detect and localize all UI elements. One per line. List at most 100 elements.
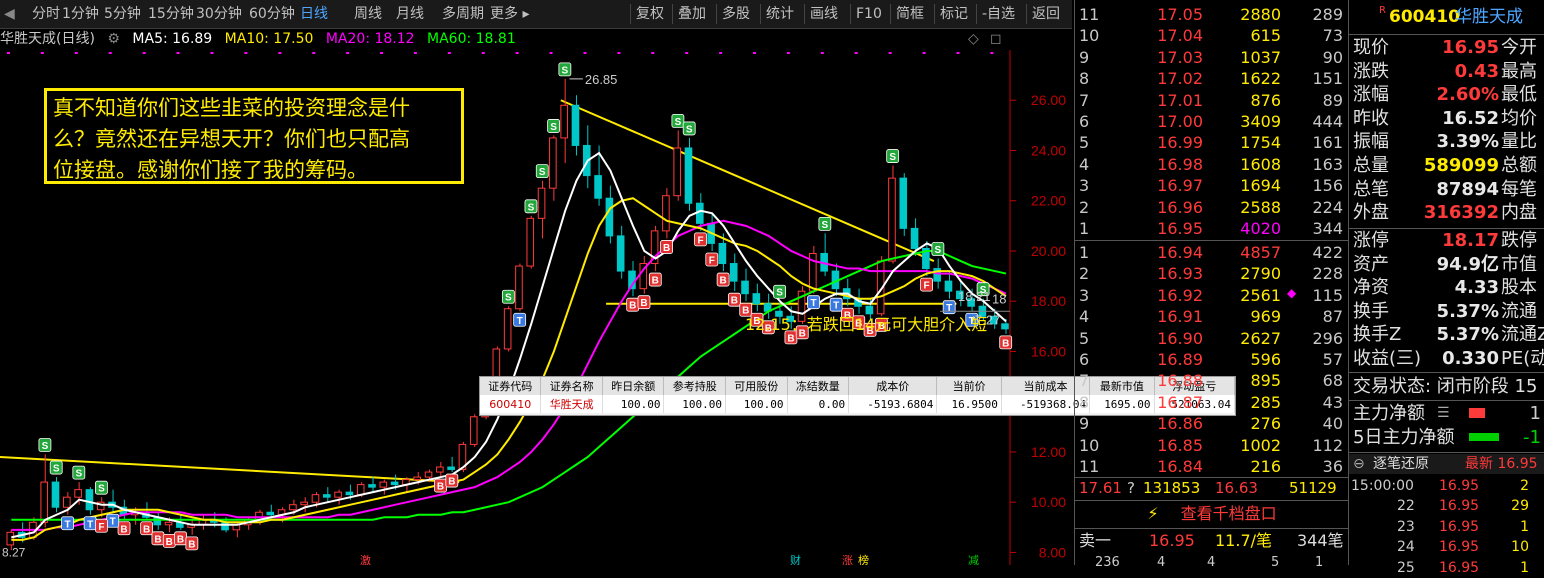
order-book-row[interactable]: 5 16.90 2627 296 xyxy=(1075,328,1349,349)
diamond-icon[interactable]: ◇ xyxy=(968,28,979,50)
toolbar-button[interactable]: 画线 xyxy=(810,4,838,24)
period-tab[interactable]: 月线 xyxy=(396,4,424,24)
period-tab[interactable]: 60分钟 xyxy=(249,4,295,24)
high-price-label: 26.85 xyxy=(585,72,618,87)
bottom-row: 236 4 4 5 1 xyxy=(1075,552,1349,573)
axis-tick-label: 12.00 xyxy=(1031,444,1066,460)
table-cell: 16.9500 xyxy=(936,395,1002,413)
candle-body xyxy=(469,416,478,445)
order-count: 444 xyxy=(1312,112,1343,131)
toolbar-button[interactable]: 叠加 xyxy=(678,4,706,24)
order-count: 36 xyxy=(1322,457,1343,476)
volume: 285 xyxy=(1250,392,1281,412)
toolbar-button[interactable]: F10 xyxy=(856,4,882,24)
order-book-row[interactable]: 3 16.92 2561 115 xyxy=(1075,285,1349,306)
order-book-row[interactable]: 1 16.94 4857 422 xyxy=(1075,242,1349,263)
order-book-row[interactable]: 4 16.98 1608 163 xyxy=(1075,154,1349,175)
toolbar-button[interactable]: 多股 xyxy=(722,4,750,24)
level-label: 11 xyxy=(1079,457,1100,476)
expand-icon[interactable]: ◻ xyxy=(990,28,1002,50)
order-book-row[interactable]: 9 16.86 276 40 xyxy=(1075,413,1349,434)
quote-row: 昨收 16.52 均价 xyxy=(1349,107,1544,130)
view-1000-depth-button[interactable]: ⚡ 查看千档盘口 xyxy=(1075,502,1349,526)
list-icon[interactable]: ☰ xyxy=(1437,402,1450,425)
order-book-row[interactable]: 8 17.02 1622 151 xyxy=(1075,68,1349,89)
toolbar-button[interactable]: 返回 xyxy=(1032,4,1060,24)
event-marker[interactable]: 减 xyxy=(968,554,979,565)
candle-body xyxy=(549,137,557,189)
signal-S: S xyxy=(95,480,108,495)
order-book-row[interactable]: 2 16.93 2790 228 xyxy=(1075,263,1349,284)
collapse-icon[interactable]: ⊖ xyxy=(1353,454,1365,474)
signal-S: S xyxy=(818,216,832,231)
order-book-row[interactable]: 8 16.87 285 43 xyxy=(1075,392,1349,413)
period-tab[interactable]: 多周期 xyxy=(442,4,484,24)
toolbar-button[interactable]: 简框 xyxy=(896,4,924,24)
event-marker[interactable]: 涨 xyxy=(842,554,853,565)
period-tab[interactable]: 分时 xyxy=(32,4,60,24)
toolbar-button[interactable]: -自选 xyxy=(982,4,1015,24)
order-book-row[interactable]: 10 16.85 1002 112 xyxy=(1075,435,1349,456)
stock-name: 华胜天成 xyxy=(1455,7,1523,27)
order-book-row[interactable]: 1 16.95 4020 344 xyxy=(1075,218,1349,239)
order-book-row[interactable]: 10 17.04 615 73 xyxy=(1075,25,1349,46)
column-header: 证券名称 xyxy=(540,377,603,395)
period-tab[interactable]: 日线 xyxy=(300,4,328,24)
order-book-row[interactable]: 7 16.88 895 68 xyxy=(1075,370,1349,391)
candle-body xyxy=(424,471,433,478)
toolbar-divider xyxy=(760,4,761,24)
price: 17.01 xyxy=(1157,90,1203,110)
order-book-row[interactable]: 5 16.99 1754 161 xyxy=(1075,132,1349,153)
signal-S: S xyxy=(535,164,549,178)
order-book-row[interactable]: 11 17.05 2880 289 xyxy=(1075,4,1349,25)
period-tab[interactable]: 周线 xyxy=(354,4,382,24)
order-book-row[interactable]: 6 16.89 596 57 xyxy=(1075,349,1349,370)
quote-key: 总笔 xyxy=(1353,178,1389,200)
period-tab[interactable]: 15分钟 xyxy=(148,4,194,24)
period-tab[interactable]: 更多 ▸ xyxy=(490,4,529,24)
settings-icon[interactable]: ⚙ xyxy=(107,31,120,47)
quote-row: 现价 16.95 今开 xyxy=(1349,36,1544,59)
toolbar-button[interactable]: 标记 xyxy=(940,4,968,24)
annotation-line-1: 真不知道你们这些韭菜的投资理念是什 xyxy=(53,96,410,120)
last-trade-label: 卖一 xyxy=(1079,531,1112,550)
order-book-row[interactable]: 9 17.03 1037 90 xyxy=(1075,47,1349,68)
volume: 1002 xyxy=(1240,435,1281,455)
svg-text:S: S xyxy=(675,117,682,128)
signal-B: B xyxy=(728,292,741,307)
quote-key: 昨收 xyxy=(1353,107,1389,129)
price: 16.85 xyxy=(1157,435,1203,455)
svg-text:B: B xyxy=(787,333,794,344)
order-book-row[interactable]: 7 17.01 876 89 xyxy=(1075,90,1349,111)
chevron-left-icon[interactable]: ◀ xyxy=(4,4,15,24)
order-count: 156 xyxy=(1312,176,1343,196)
tick-row: 15:00:00 16.95 2 xyxy=(1349,476,1544,496)
level-label: 3 xyxy=(1079,176,1090,196)
order-book-row[interactable]: 4 16.91 969 87 xyxy=(1075,306,1349,327)
event-marker[interactable]: 激 xyxy=(360,553,371,565)
period-tab[interactable]: 30分钟 xyxy=(196,4,242,24)
order-book-row[interactable]: 3 16.97 1694 156 xyxy=(1075,175,1349,196)
candle-body xyxy=(899,177,908,229)
order-count: 163 xyxy=(1312,154,1343,174)
main-net-5d-row: 5日主力净额 -1 xyxy=(1349,426,1544,449)
order-book-row[interactable]: 11 16.84 216 36 xyxy=(1075,456,1349,477)
event-marker[interactable]: 财 xyxy=(790,553,801,565)
volume: 895 xyxy=(1250,371,1281,391)
signal-dot xyxy=(719,52,723,54)
signal-dot xyxy=(990,52,994,54)
period-tab[interactable]: 1分钟 xyxy=(62,4,99,24)
quote-value: 316392 xyxy=(1423,202,1499,224)
candle-body xyxy=(752,293,761,305)
ma60-label: MA60: 18.81 xyxy=(427,31,516,47)
price: 16.93 xyxy=(1157,264,1203,284)
order-book-row[interactable]: 2 16.96 2588 224 xyxy=(1075,197,1349,218)
toolbar-button[interactable]: 复权 xyxy=(636,4,664,24)
event-marker[interactable]: 榜 xyxy=(858,553,869,565)
period-tab[interactable]: 5分钟 xyxy=(104,4,141,24)
toolbar-button[interactable]: 统计 xyxy=(766,4,794,24)
bid-total: 51129 xyxy=(1289,479,1337,497)
column-header: 昨日余额 xyxy=(602,377,665,395)
order-book-row[interactable]: 6 17.00 3409 444 xyxy=(1075,111,1349,132)
annotation-line-2: 么？竟然还在异想天开？你们也只配高 xyxy=(53,127,410,151)
